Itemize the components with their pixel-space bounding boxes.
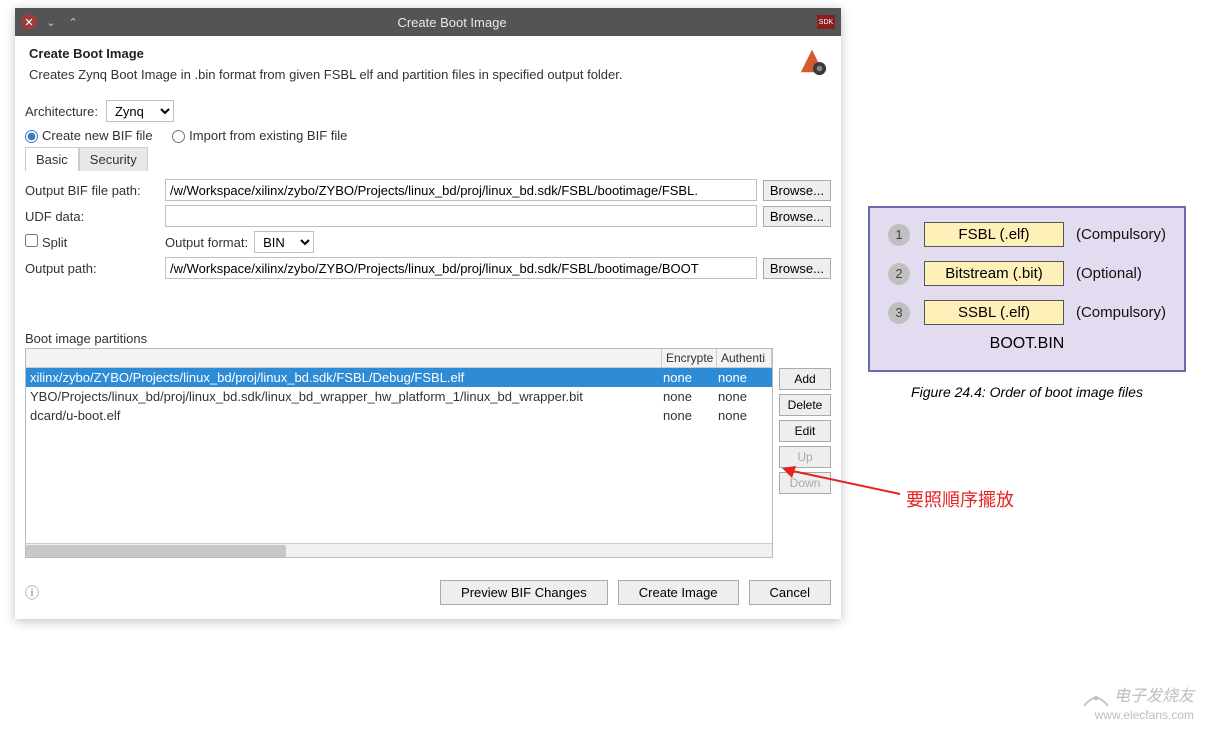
bif-path-label: Output BIF file path: — [25, 183, 165, 198]
horizontal-scrollbar[interactable] — [26, 543, 772, 557]
tab-security[interactable]: Security — [79, 147, 148, 171]
create-image-button[interactable]: Create Image — [618, 580, 739, 605]
table-row[interactable]: xilinx/zybo/ZYBO/Projects/linux_bd/proj/… — [26, 368, 772, 387]
annotation-text: 要照順序擺放 — [906, 486, 1014, 512]
output-format-label: Output format: — [165, 235, 248, 250]
watermark: 电子发烧友 www.elecfans.com — [1082, 682, 1194, 722]
help-icon[interactable]: ⓘ — [25, 583, 39, 603]
sdk-badge: SDK — [817, 15, 835, 29]
figure-caption: Figure 24.4: Order of boot image files — [868, 384, 1186, 400]
window-title: Create Boot Image — [87, 15, 817, 30]
create-bif-radio-label[interactable]: Create new BIF file — [25, 128, 153, 143]
col-authentication: Authenti — [717, 349, 772, 367]
table-row[interactable]: YBO/Projects/linux_bd/proj/linux_bd.sdk/… — [26, 387, 772, 406]
delete-button[interactable]: Delete — [779, 394, 831, 416]
udf-input[interactable] — [165, 205, 757, 227]
add-button[interactable]: Add — [779, 368, 831, 390]
dialog-header: Create Boot Image Creates Zynq Boot Imag… — [15, 36, 841, 90]
split-checkbox[interactable] — [25, 234, 38, 247]
create-bif-radio[interactable] — [25, 130, 38, 143]
col-encrypted: Encrypte — [662, 349, 717, 367]
maximize-icon[interactable]: ⌃ — [65, 14, 81, 30]
output-path-input[interactable] — [165, 257, 757, 279]
col-file — [26, 349, 662, 367]
create-boot-image-dialog: ✕ ⌄ ⌃ Create Boot Image SDK Create Boot … — [15, 8, 841, 619]
dialog-description: Creates Zynq Boot Image in .bin format f… — [29, 67, 827, 82]
split-checkbox-wrap[interactable]: Split — [25, 234, 165, 250]
bif-path-browse-button[interactable]: Browse... — [763, 180, 831, 201]
udf-label: UDF data: — [25, 209, 165, 224]
udf-browse-button[interactable]: Browse... — [763, 206, 831, 227]
boot-order-diagram: 1 FSBL (.elf) (Compulsory) 2 Bitstream (… — [868, 206, 1186, 372]
boot-image-gear-icon — [797, 46, 827, 76]
down-button[interactable]: Down — [779, 472, 831, 494]
minimize-icon[interactable]: ⌄ — [43, 14, 59, 30]
bif-path-input[interactable] — [165, 179, 757, 201]
edit-button[interactable]: Edit — [779, 420, 831, 442]
up-button[interactable]: Up — [779, 446, 831, 468]
close-icon[interactable]: ✕ — [21, 14, 37, 30]
output-path-browse-button[interactable]: Browse... — [763, 258, 831, 279]
dialog-body: Architecture: Zynq Create new BIF file I… — [15, 90, 841, 568]
architecture-select[interactable]: Zynq — [106, 100, 174, 122]
dialog-title: Create Boot Image — [29, 46, 827, 61]
partitions-label: Boot image partitions — [25, 331, 831, 346]
output-path-label: Output path: — [25, 261, 165, 276]
architecture-label: Architecture: — [25, 104, 98, 119]
output-format-select[interactable]: BIN — [254, 231, 314, 253]
import-bif-radio-label[interactable]: Import from existing BIF file — [172, 128, 347, 143]
partitions-table[interactable]: Encrypte Authenti xilinx/zybo/ZYBO/Proje… — [25, 348, 773, 558]
cancel-button[interactable]: Cancel — [749, 580, 831, 605]
table-row[interactable]: dcard/u-boot.elf none none — [26, 406, 772, 425]
import-bif-radio[interactable] — [172, 130, 185, 143]
tab-basic[interactable]: Basic — [25, 147, 79, 171]
preview-bif-button[interactable]: Preview BIF Changes — [440, 580, 608, 605]
titlebar: ✕ ⌄ ⌃ Create Boot Image SDK — [15, 8, 841, 36]
